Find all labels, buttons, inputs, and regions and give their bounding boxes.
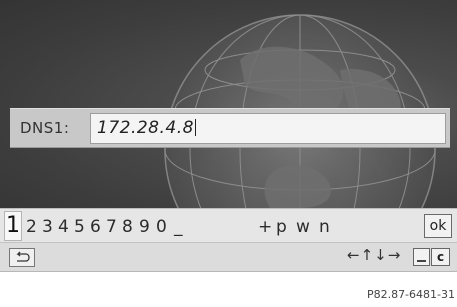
dns1-label: DNS1: <box>20 119 70 137</box>
char-key[interactable]: _ <box>174 217 183 237</box>
dns-entry-row: DNS1: 172.28.4.8 <box>10 108 450 148</box>
char-key[interactable]: + <box>258 217 272 237</box>
control-bar: ←↑↓→ c <box>0 242 457 272</box>
char-key[interactable]: n <box>319 217 330 237</box>
navigation-display-screen: DNS1: 172.28.4.8 1 2 3 4 5 6 7 8 9 0 _ +… <box>0 0 457 307</box>
char-key[interactable]: 7 <box>106 217 117 237</box>
char-key[interactable]: 2 <box>26 217 37 237</box>
back-icon <box>16 251 30 262</box>
globe-icon <box>164 14 436 208</box>
char-key[interactable]: 0 <box>156 217 167 237</box>
char-key[interactable]: 9 <box>139 217 150 237</box>
dns1-value: 172.28.4.8 <box>97 118 194 138</box>
back-button[interactable] <box>9 248 35 267</box>
char-key-selected[interactable]: 1 <box>4 211 22 241</box>
character-bar: 1 2 3 4 5 6 7 8 9 0 _ + p w n ok <box>0 208 457 243</box>
space-button[interactable] <box>413 248 430 266</box>
clear-button[interactable]: c <box>431 248 450 266</box>
char-key[interactable]: 6 <box>90 217 101 237</box>
char-key[interactable]: 4 <box>58 217 69 237</box>
dns1-input-field[interactable]: 172.28.4.8 <box>90 113 446 144</box>
char-key[interactable]: 5 <box>74 217 85 237</box>
display-background: DNS1: 172.28.4.8 <box>0 0 457 208</box>
figure-caption: P82.87-6481-31 <box>366 288 455 301</box>
text-cursor <box>194 119 196 136</box>
char-key[interactable]: 8 <box>122 217 133 237</box>
arrow-keys-icon[interactable]: ←↑↓→ <box>347 246 401 264</box>
char-key[interactable]: 3 <box>42 217 53 237</box>
ok-button[interactable]: ok <box>424 214 452 238</box>
char-key[interactable]: p <box>276 217 287 237</box>
char-key[interactable]: w <box>296 217 310 237</box>
